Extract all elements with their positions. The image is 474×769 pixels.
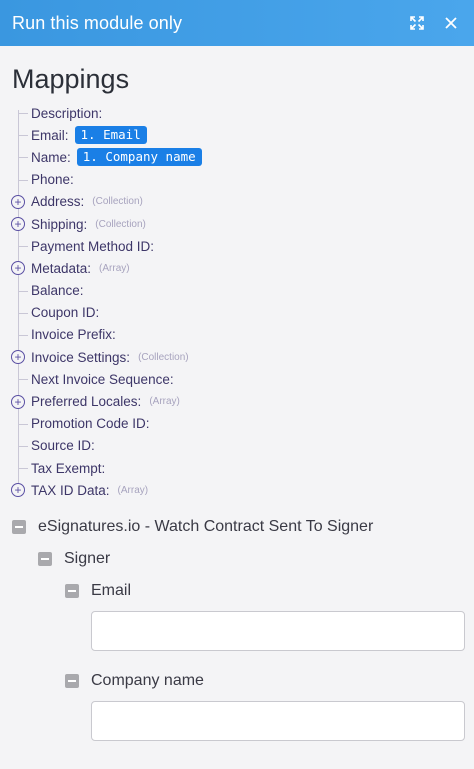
mapping-row[interactable]: + TAX ID Data: (Array) — [0, 479, 474, 501]
expand-icon[interactable] — [406, 12, 428, 34]
mapping-row: Email: 1. Email — [0, 124, 474, 146]
modal-title: Run this module only — [12, 12, 183, 33]
mapping-row: Source ID: — [0, 435, 474, 457]
mapping-label: Preferred Locales: — [31, 394, 142, 410]
mapping-list: Description: Email: 1. Email Name: 1. Compan… — [0, 102, 474, 501]
company-field-label: Company name — [91, 672, 204, 689]
email-value-input[interactable] — [91, 611, 465, 651]
mapping-label: Address: — [31, 194, 85, 210]
company-field-checkbox[interactable] — [65, 674, 79, 688]
type-hint: (Collection) — [95, 218, 146, 230]
mapping-label: Invoice Prefix: — [31, 327, 116, 343]
email-field-label: Email — [91, 582, 132, 599]
close-icon[interactable] — [440, 12, 462, 34]
tree-tick — [18, 312, 28, 314]
expand-plus-icon[interactable]: + — [11, 350, 25, 365]
email-field-checkbox[interactable] — [65, 584, 79, 598]
mapping-row[interactable]: + Preferred Locales: (Array) — [0, 390, 474, 412]
mapping-label: TAX ID Data: — [31, 482, 110, 498]
signer-collapse-checkbox[interactable] — [38, 552, 52, 566]
mapping-label: Promotion Code ID: — [31, 416, 150, 432]
expand-plus-icon[interactable]: + — [11, 217, 25, 232]
tree-tick — [18, 379, 28, 381]
mapped-value-pill[interactable]: 1. Company name — [76, 148, 202, 167]
mapping-label: Balance: — [31, 283, 84, 299]
tree-tick — [18, 135, 28, 137]
tree-tick — [18, 246, 28, 248]
mapping-row: Description: — [0, 102, 474, 124]
mapping-row[interactable]: + Metadata: (Array) — [0, 257, 474, 279]
tree-tick — [18, 423, 28, 425]
mapped-value-pill[interactable]: 1. Email — [74, 126, 147, 145]
type-hint: (Array) — [99, 262, 130, 274]
mapping-label: Shipping: — [31, 216, 88, 232]
mapping-label: Description: — [31, 105, 103, 121]
tree-tick — [18, 179, 28, 181]
mapping-row: Phone: — [0, 169, 474, 191]
module-collapse-checkbox[interactable] — [12, 520, 26, 534]
expand-plus-icon[interactable]: + — [11, 194, 25, 209]
modal-header: Run this module only — [0, 0, 474, 46]
mapping-row: Next Invoice Sequence: — [0, 368, 474, 390]
expand-plus-icon[interactable]: + — [11, 261, 25, 276]
mapping-label: Invoice Settings: — [31, 349, 131, 365]
tree-tick — [18, 468, 28, 470]
tree-tick — [18, 157, 28, 159]
expand-plus-icon[interactable]: + — [11, 394, 25, 409]
tree-tick — [18, 334, 28, 336]
mapping-label: Payment Method ID: — [31, 238, 155, 254]
mapping-row: Tax Exempt: — [0, 457, 474, 479]
tree-tick — [18, 445, 28, 447]
mapping-row: Promotion Code ID: — [0, 413, 474, 435]
module-label: eSignatures.io - Watch Contract Sent To … — [38, 518, 374, 535]
mapping-row: Payment Method ID: — [0, 235, 474, 257]
email-field-group: Email — [65, 582, 131, 600]
mapping-row[interactable]: + Invoice Settings: (Collection) — [0, 346, 474, 368]
module-group: eSignatures.io - Watch Contract Sent To … — [12, 518, 373, 536]
mapping-label: Coupon ID: — [31, 305, 100, 321]
mapping-row[interactable]: + Address: (Collection) — [0, 191, 474, 213]
mapping-label: Phone: — [31, 172, 74, 188]
tree-tick — [18, 113, 28, 115]
mapping-label: Source ID: — [31, 438, 95, 454]
expand-plus-icon[interactable]: + — [11, 483, 25, 498]
mapping-label: Email: — [31, 127, 69, 143]
mapping-row: Balance: — [0, 280, 474, 302]
mapping-row[interactable]: + Shipping: (Collection) — [0, 213, 474, 235]
type-hint: (Collection) — [92, 196, 143, 208]
type-hint: (Collection) — [138, 351, 189, 363]
mapping-row: Coupon ID: — [0, 302, 474, 324]
mapping-row: Name: 1. Company name — [0, 146, 474, 168]
tree-tick — [18, 290, 28, 292]
mapping-label: Name: — [31, 149, 71, 165]
signer-label: Signer — [64, 550, 111, 567]
mapping-label: Tax Exempt: — [31, 460, 106, 476]
mapping-label: Next Invoice Sequence: — [31, 371, 174, 387]
mapping-row: Invoice Prefix: — [0, 324, 474, 346]
type-hint: (Array) — [149, 396, 180, 408]
company-field-group: Company name — [65, 672, 204, 690]
signer-group: Signer — [38, 550, 110, 568]
type-hint: (Array) — [117, 484, 149, 496]
company-value-input[interactable] — [91, 701, 465, 741]
mapping-label: Metadata: — [31, 260, 92, 276]
